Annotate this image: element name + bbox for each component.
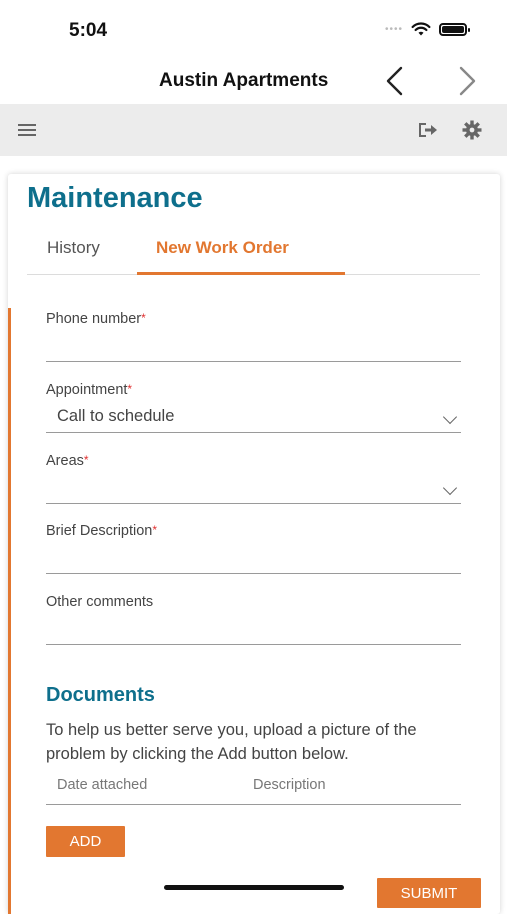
chevron-down-icon[interactable] bbox=[442, 409, 458, 425]
phone-label: Phone number bbox=[46, 311, 142, 327]
column-description: Description bbox=[253, 777, 326, 793]
submit-button[interactable]: SUBMIT bbox=[377, 878, 481, 908]
status-icons: •••• bbox=[384, 22, 470, 37]
maintenance-card: Maintenance History New Work Order Phone… bbox=[8, 174, 500, 914]
home-indicator bbox=[164, 885, 344, 890]
documents-title: Documents bbox=[46, 684, 155, 706]
accent-bar bbox=[8, 308, 11, 914]
column-date-attached: Date attached bbox=[57, 777, 148, 793]
appointment-underline bbox=[46, 432, 461, 433]
status-bar: 5:04 •••• bbox=[0, 0, 507, 60]
brief-description-label: Brief Description bbox=[46, 523, 153, 539]
chevron-down-icon[interactable] bbox=[442, 480, 458, 496]
documents-table-header: Date attached Description bbox=[46, 774, 461, 805]
hamburger-menu-icon[interactable] bbox=[16, 119, 38, 141]
wifi-icon bbox=[411, 22, 431, 36]
areas-underline bbox=[46, 503, 461, 504]
appointment-select[interactable]: Appointment* Call to schedule bbox=[46, 382, 461, 434]
chevron-left-icon[interactable] bbox=[384, 66, 406, 96]
gear-icon[interactable] bbox=[461, 119, 483, 141]
chevron-right-icon[interactable] bbox=[456, 66, 478, 96]
active-tab-indicator bbox=[137, 272, 345, 275]
app-toolbar bbox=[0, 104, 507, 156]
phone-field[interactable]: Phone number* bbox=[46, 311, 461, 363]
appointment-value[interactable]: Call to schedule bbox=[57, 407, 174, 426]
browser-title: Austin Apartments bbox=[159, 70, 329, 91]
required-mark: * bbox=[83, 453, 89, 467]
tab-bar: History New Work Order bbox=[27, 234, 480, 275]
logout-icon[interactable] bbox=[417, 119, 439, 141]
brief-description-field[interactable]: Brief Description* bbox=[46, 523, 461, 575]
documents-instructions: To help us better serve you, upload a pi… bbox=[46, 721, 417, 763]
phone-underline bbox=[46, 361, 461, 362]
appointment-label: Appointment bbox=[46, 382, 128, 398]
areas-label: Areas bbox=[46, 453, 84, 469]
tab-new-work-order[interactable]: New Work Order bbox=[156, 238, 289, 258]
add-document-button[interactable]: ADD bbox=[46, 826, 125, 857]
required-mark: * bbox=[127, 382, 133, 396]
status-time: 5:04 bbox=[69, 20, 108, 41]
page-title: Maintenance bbox=[27, 182, 203, 214]
required-mark: * bbox=[152, 523, 158, 537]
other-comments-field[interactable]: Other comments bbox=[46, 594, 461, 646]
signal-icon: •••• bbox=[384, 24, 403, 35]
required-mark: * bbox=[141, 311, 146, 325]
other-comments-label: Other comments bbox=[46, 594, 154, 610]
tab-history[interactable]: History bbox=[47, 238, 100, 258]
browser-bar: Austin Apartments bbox=[0, 60, 507, 104]
battery-icon bbox=[439, 23, 470, 36]
areas-select[interactable]: Areas* bbox=[46, 453, 461, 505]
other-comments-underline bbox=[46, 644, 461, 645]
brief-description-underline bbox=[46, 573, 461, 574]
